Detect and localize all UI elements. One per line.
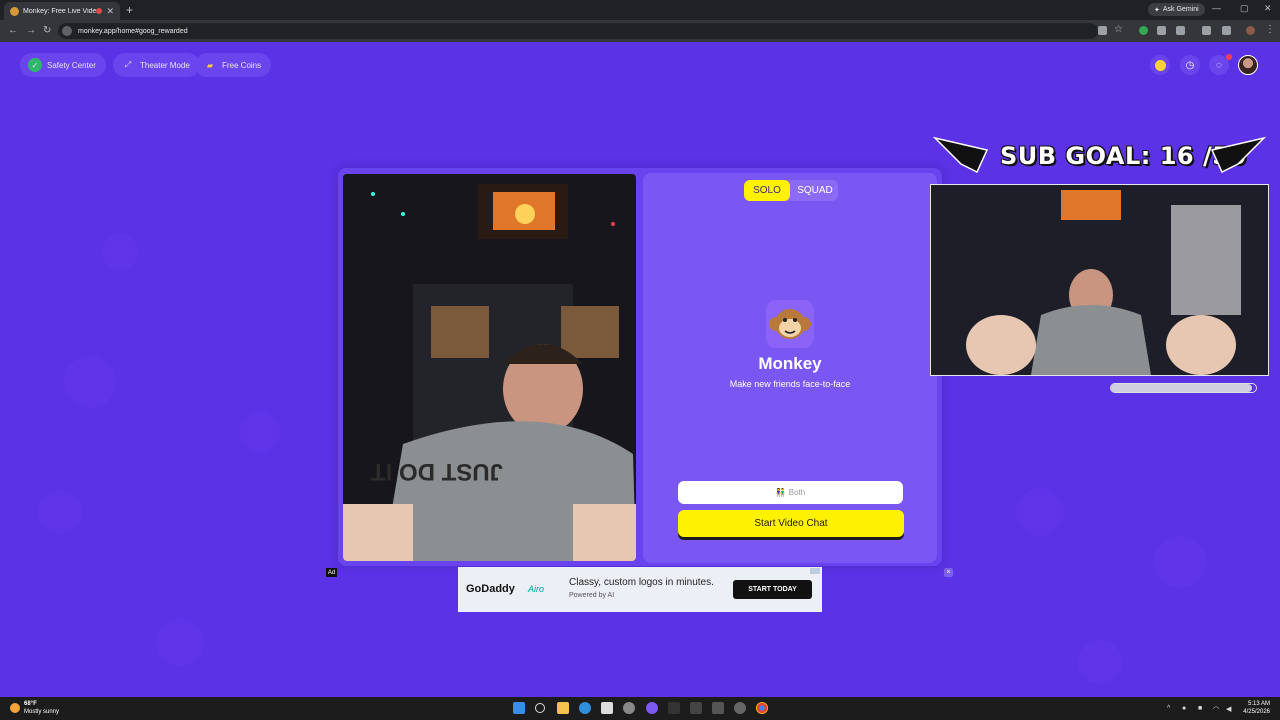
minimize-icon[interactable]: —: [1212, 3, 1221, 13]
sun-icon: [10, 703, 20, 713]
brand-title: Monkey: [758, 354, 822, 373]
clock-time: 5:13 AM: [1247, 701, 1270, 707]
brand-tagline: Make new friends face-to-face: [729, 379, 851, 389]
chat-icon: ◌: [1216, 59, 1222, 71]
edge-icon[interactable]: [579, 702, 591, 714]
ad-cta-button[interactable]: START TODAY: [733, 580, 812, 599]
reload-icon[interactable]: ↻: [43, 25, 51, 36]
monkey-face-icon: [769, 309, 811, 339]
start-video-chat-button[interactable]: Start Video Chat: [678, 510, 904, 537]
maximize-icon[interactable]: ▢: [1240, 3, 1249, 14]
banner-ad[interactable]: GoDaddy Airo Classy, custom logos in min…: [458, 567, 822, 612]
volume-icon[interactable]: ◀: [1226, 705, 1231, 713]
file-explorer-icon[interactable]: [557, 702, 569, 714]
sidepanel-icon[interactable]: [1202, 26, 1211, 35]
discord-icon[interactable]: [646, 702, 658, 714]
expand-icon: ⤢: [124, 60, 132, 69]
system-clock[interactable]: 5:13 AM 4/25/2026: [1238, 700, 1270, 716]
extensions-puzzle-icon[interactable]: [1176, 26, 1185, 35]
coin-icon: [1154, 59, 1166, 71]
tray-overflow-icon[interactable]: ^: [1167, 705, 1170, 712]
download-icon[interactable]: [1222, 26, 1231, 35]
svg-text:JUST DO IT: JUST DO IT: [371, 458, 503, 485]
local-camera-preview: JUST DO IT: [343, 174, 636, 561]
adchoices-icon[interactable]: [810, 568, 820, 574]
wings-left-icon: [933, 136, 989, 174]
sub-goal-progress-bar: [1110, 383, 1257, 393]
chrome-icon[interactable]: [756, 702, 768, 714]
camera-feed-image: JUST DO IT: [343, 174, 636, 561]
wifi-icon[interactable]: ◠: [1213, 705, 1219, 713]
ask-gemini-label: Ask Gemini: [1162, 6, 1199, 13]
free-coins-label: Free Coins: [222, 60, 262, 70]
safety-center-button[interactable]: ✓ Safety Center: [20, 53, 106, 77]
safety-center-label: Safety Center: [47, 60, 96, 70]
tab-title: Monkey: Free Live Video Ch: [23, 7, 97, 15]
settings-icon[interactable]: [734, 702, 746, 714]
close-tab-icon[interactable]: ✕: [106, 6, 114, 17]
notification-badge: [1226, 54, 1232, 60]
weather-condition: Mostly sunny: [24, 709, 60, 715]
tab-squad[interactable]: SQUAD: [792, 180, 838, 201]
app4-icon[interactable]: [712, 702, 724, 714]
weather-temperature: 68°F: [24, 701, 37, 707]
site-info-icon[interactable]: [62, 26, 72, 36]
app-icon[interactable]: [623, 702, 635, 714]
gender-filter-value: Both: [788, 488, 806, 497]
ad-product: Airo: [528, 584, 545, 594]
shield-icon: ✓: [28, 58, 42, 72]
wings-right-icon: [1210, 136, 1266, 174]
people-icon: 👫: [775, 488, 786, 497]
ad-label: Ad: [326, 568, 337, 577]
tab-solo[interactable]: SOLO: [744, 180, 790, 201]
gender-filter-select[interactable]: 👫 Both: [678, 481, 903, 504]
close-window-icon[interactable]: ✕: [1264, 3, 1272, 14]
gemini-icon: ✦: [1154, 6, 1160, 14]
extension-icon[interactable]: [1157, 26, 1166, 35]
recording-indicator-icon: [96, 8, 103, 14]
forward-icon[interactable]: →: [26, 25, 36, 36]
store-icon[interactable]: [601, 702, 613, 714]
search-icon[interactable]: [535, 703, 545, 713]
free-coins-button[interactable]: ▰ Free Coins: [195, 53, 272, 77]
start-menu-icon[interactable]: [513, 702, 525, 714]
monkey-logo: [766, 300, 814, 348]
ask-gemini-button[interactable]: ✦ Ask Gemini: [1148, 3, 1205, 16]
cast-icon[interactable]: [1098, 26, 1107, 35]
theater-mode-label: Theater Mode: [140, 60, 190, 70]
bookmark-star-icon[interactable]: ☆: [1114, 24, 1123, 35]
tray-app-icon[interactable]: ■: [1198, 705, 1202, 712]
streamer-webcam-image: [931, 185, 1268, 375]
back-icon[interactable]: ←: [8, 25, 18, 36]
app3-icon[interactable]: [690, 702, 702, 714]
monkey-favicon-icon: [10, 6, 19, 16]
mode-toggle: SOLO SQUAD: [744, 180, 838, 201]
weather-widget[interactable]: 68°F Mostly sunny: [10, 700, 59, 716]
history-button[interactable]: ◷: [1180, 55, 1200, 75]
ad-close-button[interactable]: ×: [944, 568, 953, 577]
new-tab-button[interactable]: +: [126, 3, 133, 17]
browser-tab[interactable]: Monkey: Free Live Video Ch ✕: [4, 2, 120, 20]
streamer-webcam-overlay: [930, 184, 1269, 376]
theater-mode-button[interactable]: ⤢ Theater Mode: [113, 53, 200, 77]
browser-menu-icon[interactable]: ⋮: [1265, 24, 1275, 35]
clock-date: 4/25/2026: [1243, 709, 1270, 715]
app2-icon[interactable]: [668, 702, 680, 714]
user-avatar[interactable]: [1238, 55, 1258, 75]
browser-tab-bar: [0, 0, 1280, 20]
address-bar[interactable]: monkey.app/home#goog_rewarded: [58, 23, 1098, 39]
coins-icon: ▰: [206, 60, 214, 70]
ad-headline: Classy, custom logos in minutes.: [569, 577, 714, 588]
url-text: monkey.app/home#goog_rewarded: [78, 27, 188, 35]
ad-brand: GoDaddy: [466, 583, 515, 595]
windows-taskbar: [0, 697, 1280, 720]
ad-subline: Powered by AI: [569, 592, 615, 599]
extension-green-icon[interactable]: [1139, 26, 1148, 35]
sub-goal-progress-fill: [1111, 384, 1252, 392]
clock-icon: ◷: [1185, 59, 1195, 71]
profile-avatar-icon[interactable]: [1246, 26, 1255, 35]
coin-balance-button[interactable]: [1150, 55, 1170, 75]
microphone-icon[interactable]: ●: [1182, 705, 1186, 712]
